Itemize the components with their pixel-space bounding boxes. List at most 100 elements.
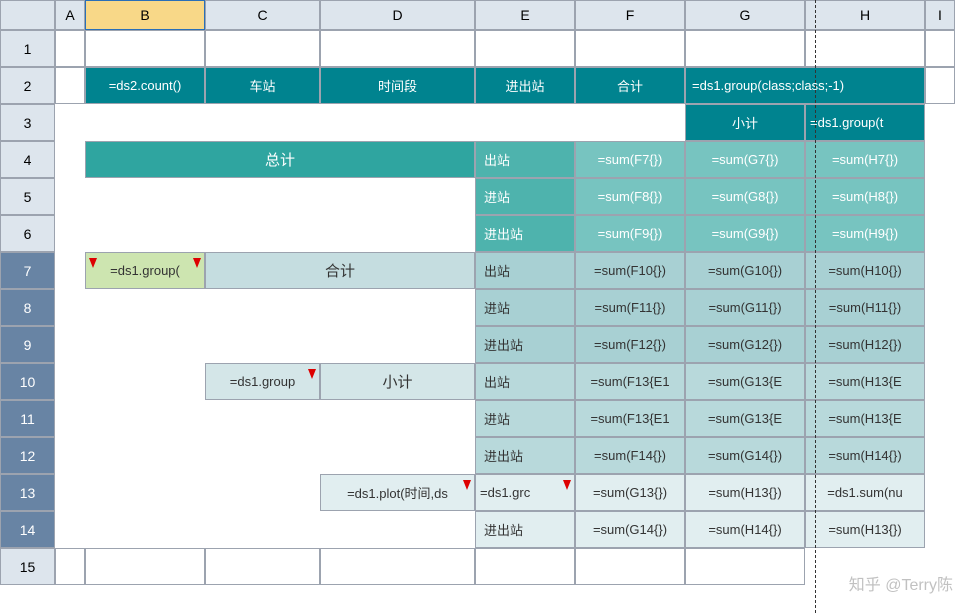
cell-E13[interactable]: =ds1.grc [475, 474, 575, 511]
cell-H5[interactable]: =sum(H8{}) [805, 178, 925, 215]
row-header-5[interactable]: 5 [0, 178, 55, 215]
cell-G7[interactable]: =sum(G10{}) [685, 252, 805, 289]
cell-H14[interactable]: =sum(H13{}) [805, 511, 925, 548]
cell-F14[interactable]: =sum(G14{}) [575, 511, 685, 548]
row-header-11[interactable]: 11 [0, 400, 55, 437]
cell-G1[interactable] [685, 30, 805, 67]
cell-E5[interactable]: 进站 [475, 178, 575, 215]
cell-F4[interactable]: =sum(F7{}) [575, 141, 685, 178]
col-header-C[interactable]: C [205, 0, 320, 30]
cell-G9[interactable]: =sum(G12{}) [685, 326, 805, 363]
cell-G6[interactable]: =sum(G9{}) [685, 215, 805, 252]
cell-C2[interactable]: 车站 [205, 67, 320, 104]
row-header-3[interactable]: 3 [0, 104, 55, 141]
row-header-8[interactable]: 8 [0, 289, 55, 326]
col-header-E[interactable]: E [475, 0, 575, 30]
cell-G5[interactable]: =sum(G8{}) [685, 178, 805, 215]
cell-G13[interactable]: =sum(H13{}) [685, 474, 805, 511]
cell-G8[interactable]: =sum(G11{}) [685, 289, 805, 326]
cell-F8[interactable]: =sum(F11{}) [575, 289, 685, 326]
cell-F15[interactable] [475, 548, 575, 585]
col-header-G[interactable]: G [685, 0, 805, 30]
cell-heji[interactable]: 合计 [205, 252, 475, 289]
cell-F13[interactable]: =sum(G13{}) [575, 474, 685, 511]
col-header-I[interactable]: I [925, 0, 955, 30]
cell-D15[interactable] [205, 548, 320, 585]
cell-C10[interactable]: =ds1.group [205, 363, 320, 400]
col-header-A[interactable]: A [55, 0, 85, 30]
cell-G10[interactable]: =sum(G13{E [685, 363, 805, 400]
row-header-4[interactable]: 4 [0, 141, 55, 178]
cell-B1[interactable] [85, 30, 205, 67]
cell-D1[interactable] [320, 30, 475, 67]
cell-G14[interactable]: =sum(H14{}) [685, 511, 805, 548]
cell-H1[interactable] [805, 30, 925, 67]
cell-H7[interactable]: =sum(H10{}) [805, 252, 925, 289]
cell-H15[interactable] [685, 548, 805, 585]
row-header-2[interactable]: 2 [0, 67, 55, 104]
cell-H4[interactable]: =sum(H7{}) [805, 141, 925, 178]
cell-xiaoji[interactable]: 小计 [320, 363, 475, 400]
row-header-10[interactable]: 10 [0, 363, 55, 400]
cell-G15[interactable] [575, 548, 685, 585]
cell-F9[interactable]: =sum(F12{}) [575, 326, 685, 363]
cell-E9[interactable]: 进出站 [475, 326, 575, 363]
cell-E14[interactable]: 进出站 [475, 511, 575, 548]
corner-cell[interactable] [0, 0, 55, 30]
cell-F6[interactable]: =sum(F9{}) [575, 215, 685, 252]
cell-H13[interactable]: =ds1.sum(nu [805, 474, 925, 511]
cell-H11[interactable]: =sum(H13{E [805, 400, 925, 437]
cell-C15[interactable] [85, 548, 205, 585]
cell-E12[interactable]: 进出站 [475, 437, 575, 474]
cell-H8[interactable]: =sum(H11{}) [805, 289, 925, 326]
cell-D13[interactable]: =ds1.plot(时间,ds [320, 474, 475, 511]
cell-I1[interactable] [925, 30, 955, 67]
row-header-12[interactable]: 12 [0, 437, 55, 474]
cell-E7[interactable]: 出站 [475, 252, 575, 289]
cell-D2[interactable]: 时间段 [320, 67, 475, 104]
cell-E10[interactable]: 出站 [475, 363, 575, 400]
cell-E2[interactable]: 进出站 [475, 67, 575, 104]
cell-A1[interactable] [55, 30, 85, 67]
cell-B15[interactable] [55, 548, 85, 585]
cell-H10[interactable]: =sum(H13{E [805, 363, 925, 400]
cell-C1[interactable] [205, 30, 320, 67]
cell-F1[interactable] [575, 30, 685, 67]
cell-F2[interactable]: 合计 [575, 67, 685, 104]
cell-H3[interactable]: =ds1.group(t [805, 104, 925, 141]
cell-G4[interactable]: =sum(G7{}) [685, 141, 805, 178]
col-header-B[interactable]: B [85, 0, 205, 30]
row-header-15[interactable]: 15 [0, 548, 55, 585]
cell-F10[interactable]: =sum(F13{E1 [575, 363, 685, 400]
cell-E6[interactable]: 进出站 [475, 215, 575, 252]
row-header-14[interactable]: 14 [0, 511, 55, 548]
cell-G11[interactable]: =sum(G13{E [685, 400, 805, 437]
cell-B2[interactable]: =ds2.count() [85, 67, 205, 104]
cell-H6[interactable]: =sum(H9{}) [805, 215, 925, 252]
cell-F11[interactable]: =sum(F13{E1 [575, 400, 685, 437]
row-header-6[interactable]: 6 [0, 215, 55, 252]
cell-F7[interactable]: =sum(F10{}) [575, 252, 685, 289]
row-header-9[interactable]: 9 [0, 326, 55, 363]
cell-B7[interactable]: =ds1.group( [85, 252, 205, 289]
cell-E1[interactable] [475, 30, 575, 67]
cell-F12[interactable]: =sum(F14{}) [575, 437, 685, 474]
cell-G2[interactable]: =ds1.group(class;class;-1) [685, 67, 925, 104]
cell-E15[interactable] [320, 548, 475, 585]
cell-H12[interactable]: =sum(H14{}) [805, 437, 925, 474]
col-header-H[interactable]: H [805, 0, 925, 30]
col-header-D[interactable]: D [320, 0, 475, 30]
cell-total-label[interactable]: 总计 [85, 141, 475, 178]
row-header-7[interactable]: 7 [0, 252, 55, 289]
cell-E8[interactable]: 进站 [475, 289, 575, 326]
row-header-13[interactable]: 13 [0, 474, 55, 511]
cell-E4[interactable]: 出站 [475, 141, 575, 178]
row-header-1[interactable]: 1 [0, 30, 55, 67]
cell-H9[interactable]: =sum(H12{}) [805, 326, 925, 363]
cell-F5[interactable]: =sum(F8{}) [575, 178, 685, 215]
cell-G3[interactable]: 小计 [685, 104, 805, 141]
cell-A2[interactable] [55, 67, 85, 104]
cell-G12[interactable]: =sum(G14{}) [685, 437, 805, 474]
col-header-F[interactable]: F [575, 0, 685, 30]
cell-I2[interactable] [925, 67, 955, 104]
